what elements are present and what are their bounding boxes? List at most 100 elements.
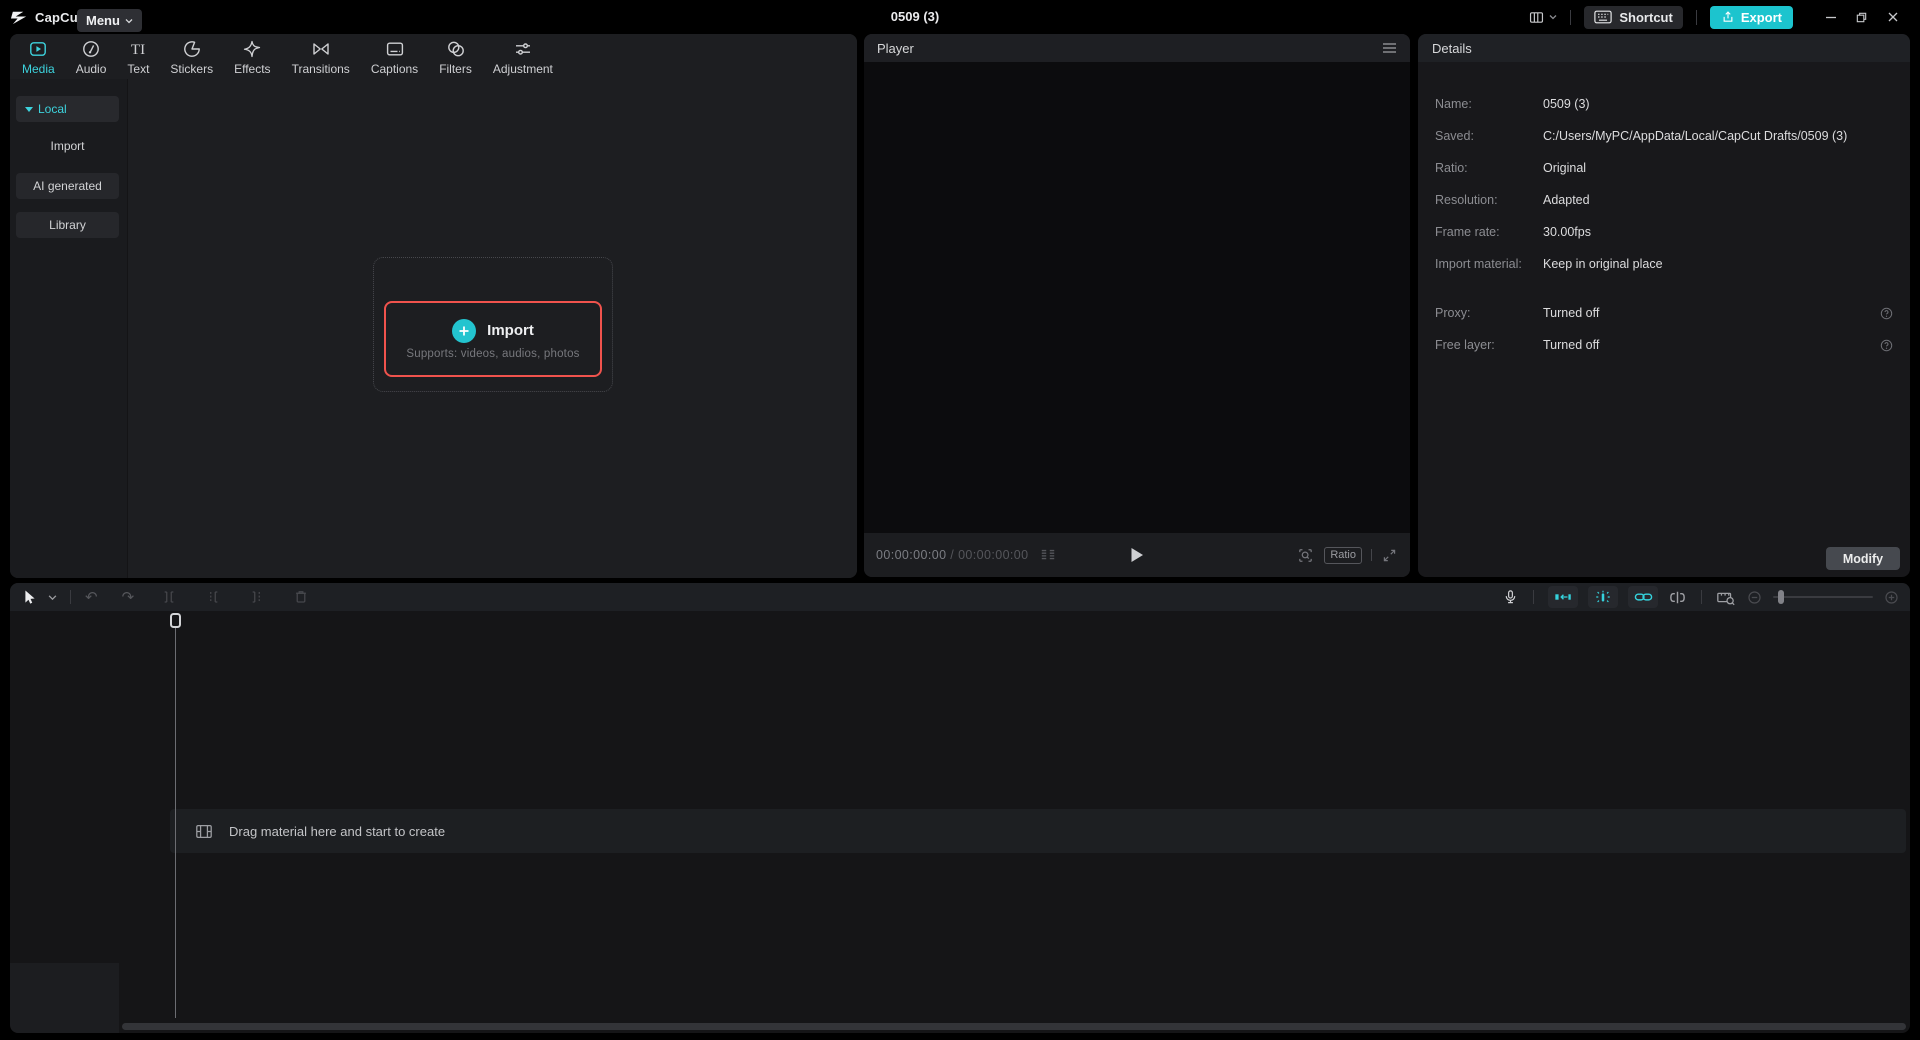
media-content-area: Import Supports: videos, audios, photos xyxy=(129,79,857,578)
restore-button[interactable] xyxy=(1846,0,1877,34)
undo-icon[interactable]: ↶ xyxy=(85,586,98,608)
ratio-button[interactable]: Ratio xyxy=(1324,546,1362,564)
fit-timeline-icon[interactable] xyxy=(1716,586,1736,608)
effects-star-icon xyxy=(242,39,262,59)
playhead-handle[interactable] xyxy=(170,613,181,628)
tab-stickers[interactable]: Stickers xyxy=(170,39,213,76)
details-panel: Details Name: 0509 (3) Saved: C:/Users/M… xyxy=(1418,34,1910,577)
timeline-drop-area[interactable]: Drag material here and start to create xyxy=(170,809,1906,853)
sticker-icon xyxy=(182,39,202,59)
timecode: 00:00:00:00 / 00:00:00:00 xyxy=(876,548,1029,562)
tab-captions[interactable]: Captions xyxy=(371,39,418,76)
record-voiceover-icon[interactable] xyxy=(1502,586,1519,608)
detail-row-import-material: Import material: Keep in original place xyxy=(1435,257,1663,271)
playhead[interactable] xyxy=(170,613,182,1018)
media-tab-bar: Media Audio TI Text Stickers Effects Tra… xyxy=(10,34,857,79)
chevron-down-icon xyxy=(125,17,133,25)
divider xyxy=(1695,9,1697,25)
adjustment-icon xyxy=(513,39,533,59)
detail-row-name: Name: 0509 (3) xyxy=(1435,97,1590,111)
keyboard-icon xyxy=(1594,10,1613,24)
zoom-fit-icon[interactable] xyxy=(1296,544,1315,566)
chevron-down-icon[interactable] xyxy=(1549,13,1557,21)
import-supports-hint: Supports: videos, audios, photos xyxy=(406,347,580,360)
tab-audio[interactable]: Audio xyxy=(76,39,106,76)
capcut-logo-icon xyxy=(10,8,29,27)
media-sidebar: Local Import AI generated Library xyxy=(10,79,128,578)
delete-icon[interactable] xyxy=(292,586,310,608)
divider xyxy=(1701,590,1702,604)
info-question-icon[interactable] xyxy=(1880,307,1893,320)
player-viewport xyxy=(864,62,1410,533)
zoom-in-icon[interactable] xyxy=(1883,586,1900,608)
chevron-down-icon[interactable] xyxy=(48,593,57,601)
project-title: 0509 (3) xyxy=(890,9,940,24)
sidebar-item-local[interactable]: Local xyxy=(16,96,119,122)
divider xyxy=(1533,590,1534,604)
video-track-icon xyxy=(195,823,213,840)
menu-button[interactable]: Menu xyxy=(77,9,142,32)
modify-button[interactable]: Modify xyxy=(1826,547,1900,570)
detail-row-proxy: Proxy: Turned off xyxy=(1418,297,1910,329)
info-question-icon[interactable] xyxy=(1880,339,1893,352)
player-panel: Player 00:00:00:00 / 00:00:00:00 Ratio xyxy=(864,34,1410,577)
tab-adjustment[interactable]: Adjustment xyxy=(493,39,553,76)
link-toggle[interactable] xyxy=(1628,586,1658,608)
tab-filters[interactable]: Filters xyxy=(439,39,472,76)
layout-panels-icon[interactable] xyxy=(1528,6,1545,28)
tab-effects[interactable]: Effects xyxy=(234,39,271,76)
main-track-magnet-toggle[interactable] xyxy=(1548,586,1578,608)
app-name: CapCut xyxy=(35,9,83,25)
export-button[interactable]: Export xyxy=(1709,5,1793,29)
svg-text:TI: TI xyxy=(131,42,145,58)
track-gutter xyxy=(10,963,119,1033)
export-icon xyxy=(1723,11,1733,22)
play-button[interactable] xyxy=(1130,547,1144,563)
divider xyxy=(1570,9,1572,25)
title-bar: CapCut Menu 0509 (3) Shortcut Export xyxy=(0,0,1920,34)
fullscreen-icon[interactable] xyxy=(1381,544,1398,566)
split-right-icon[interactable] xyxy=(248,586,266,608)
divider xyxy=(70,590,71,604)
select-cursor-icon[interactable] xyxy=(20,586,38,608)
player-panel-title: Player xyxy=(877,40,914,56)
timeline-panel: ↶ ↷ Drag material here and start to crea… xyxy=(10,583,1910,1033)
divider xyxy=(1371,549,1372,561)
filters-icon xyxy=(446,39,466,59)
triangle-down-icon xyxy=(25,106,33,112)
import-button[interactable]: Import Supports: videos, audios, photos xyxy=(384,301,602,377)
transitions-icon xyxy=(310,39,332,59)
shortcut-button[interactable]: Shortcut xyxy=(1584,5,1683,29)
import-dropzone: Import Supports: videos, audios, photos xyxy=(373,257,613,392)
auto-snap-toggle[interactable] xyxy=(1588,586,1618,608)
minimize-button[interactable] xyxy=(1815,0,1846,34)
detail-row-free-layer: Free layer: Turned off xyxy=(1418,329,1910,361)
tab-text[interactable]: TI Text xyxy=(127,39,149,76)
split-icon[interactable] xyxy=(160,586,178,608)
plus-icon xyxy=(452,318,477,343)
capcut-window: CapCut Menu 0509 (3) Shortcut Export Med… xyxy=(0,0,1920,1040)
preview-quality-icon[interactable] xyxy=(1039,544,1057,566)
split-left-icon[interactable] xyxy=(204,586,222,608)
timeline-horizontal-scrollbar[interactable] xyxy=(122,1023,1906,1030)
details-panel-title: Details xyxy=(1418,34,1910,62)
timeline-zoom-slider[interactable] xyxy=(1773,587,1873,607)
audio-icon xyxy=(81,39,101,59)
tab-transitions[interactable]: Transitions xyxy=(292,39,350,76)
sidebar-item-import[interactable]: Import xyxy=(16,135,119,157)
media-icon xyxy=(28,39,48,59)
redo-icon[interactable]: ↷ xyxy=(122,586,135,608)
slider-handle[interactable] xyxy=(1778,590,1784,604)
player-menu-icon[interactable] xyxy=(1382,42,1397,54)
preview-axis-icon[interactable] xyxy=(1668,586,1687,608)
player-controls: 00:00:00:00 / 00:00:00:00 Ratio xyxy=(864,533,1410,577)
zoom-out-icon[interactable] xyxy=(1746,586,1763,608)
tab-media[interactable]: Media xyxy=(22,39,55,76)
detail-row-saved: Saved: C:/Users/MyPC/AppData/Local/CapCu… xyxy=(1435,129,1848,143)
detail-row-resolution: Resolution: Adapted xyxy=(1435,193,1590,207)
details-rows: Name: 0509 (3) Saved: C:/Users/MyPC/AppD… xyxy=(1418,62,1910,361)
sidebar-item-ai-generated[interactable]: AI generated xyxy=(16,173,119,199)
sidebar-item-library[interactable]: Library xyxy=(16,212,119,238)
detail-row-ratio: Ratio: Original xyxy=(1435,161,1587,175)
close-button[interactable] xyxy=(1877,0,1908,34)
